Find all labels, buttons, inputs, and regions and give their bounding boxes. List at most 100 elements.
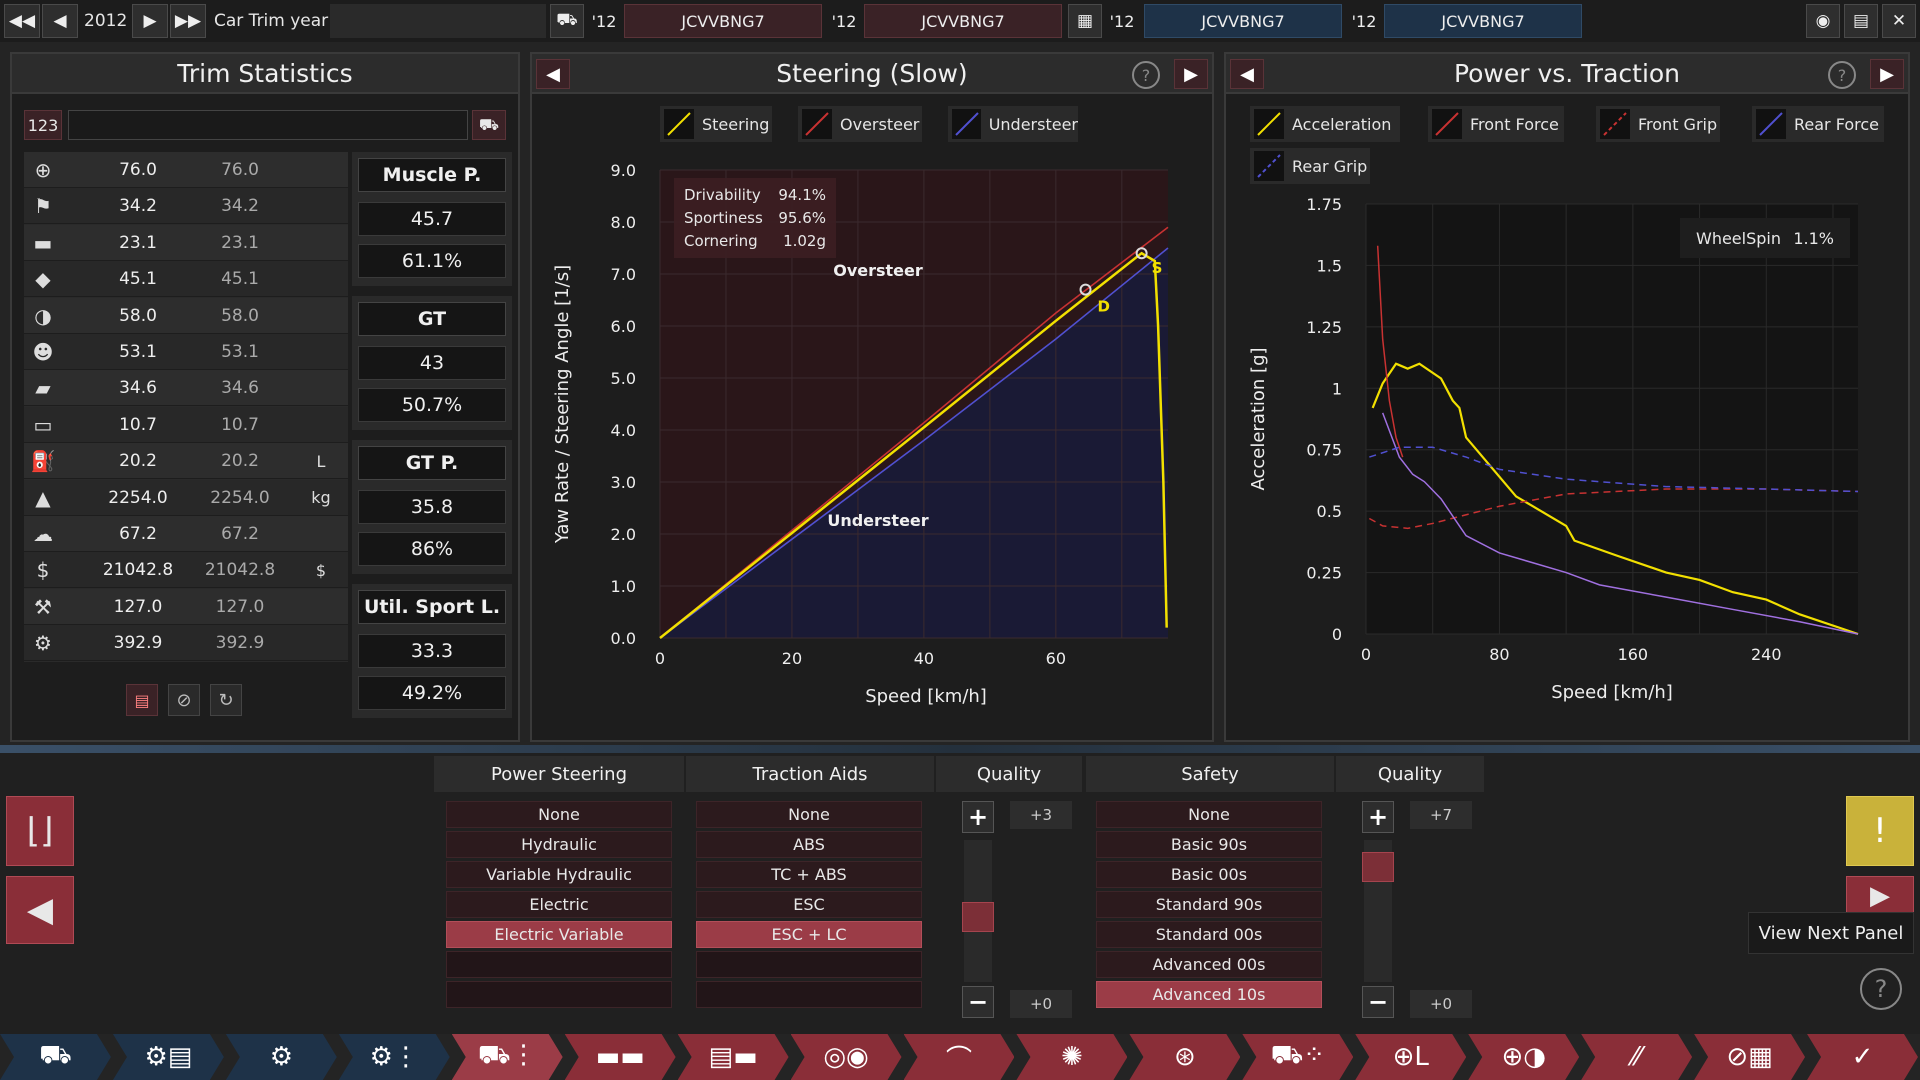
help-icon[interactable]: ? (1828, 61, 1856, 89)
engine-design-icon[interactable]: ⚙ (226, 1034, 337, 1080)
safety-quality-slider[interactable] (1362, 840, 1394, 982)
stat-value: 45.1 (119, 269, 157, 290)
interior-icon[interactable]: ⊕L (1355, 1034, 1466, 1080)
segment-name[interactable]: GT P. (358, 446, 506, 480)
view-next-panel-tooltip: View Next Panel (1748, 912, 1914, 954)
option-item[interactable]: Variable Hydraulic (446, 861, 672, 888)
compare-tab-4[interactable]: JCVVBNG7 (1384, 4, 1582, 38)
segment-name[interactable]: Muscle P. (358, 158, 506, 192)
legend-oversteer[interactable]: Oversteer (798, 106, 922, 142)
safety-quality-increase-button[interactable]: + (1362, 801, 1394, 833)
quality-header-2: Quality (1336, 756, 1484, 792)
car-icon[interactable]: ⛟ (550, 4, 584, 38)
safety-quality-decrease-button[interactable]: − (1362, 986, 1394, 1018)
finish-icon[interactable]: ✓ (1807, 1034, 1918, 1080)
engine-parts-icon[interactable]: ⚙⋮ (339, 1034, 450, 1080)
quality-increase-button[interactable]: + (962, 801, 994, 833)
top-bar-spacer (330, 4, 546, 38)
calculator-icon[interactable]: ▤ (1844, 4, 1878, 38)
option-item[interactable]: ESC + LC (696, 921, 922, 948)
option-empty (446, 951, 672, 978)
chassis-icon[interactable]: ⛟⋮ (452, 1034, 563, 1080)
option-item[interactable]: Basic 90s (1096, 831, 1322, 858)
option-item[interactable]: ABS (696, 831, 922, 858)
x-tick-label: 40 (914, 649, 934, 668)
clear-icon[interactable]: ⊘ (168, 684, 200, 716)
trim-icon[interactable]: ▬▬ (565, 1034, 676, 1080)
legend-front-force[interactable]: Front Force (1428, 106, 1564, 142)
option-item[interactable]: None (446, 801, 672, 828)
compare-tab-3[interactable]: JCVVBNG7 (1144, 4, 1342, 38)
segment-name[interactable]: GT (358, 302, 506, 336)
legend-understeer[interactable]: Understeer (948, 106, 1078, 142)
safety-icon[interactable]: ⊕◑ (1468, 1034, 1579, 1080)
option-item[interactable]: Hydraulic (446, 831, 672, 858)
next-panel-button[interactable]: ▶ (1174, 59, 1208, 89)
next-arrow-icon[interactable]: ▶ (1846, 876, 1914, 916)
legend-acceleration[interactable]: Acceleration (1250, 106, 1400, 142)
segment-name[interactable]: Util. Sport L. (358, 590, 506, 624)
suspension-icon[interactable]: ◎◉ (791, 1034, 902, 1080)
compare-tab-2[interactable]: JCVVBNG7 (864, 4, 1062, 38)
drivetrain-icon[interactable]: ⌒ (904, 1034, 1015, 1080)
back-icon[interactable]: ◀ (42, 4, 78, 38)
play-icon[interactable]: ▶ (132, 4, 168, 38)
aero-icon[interactable]: ⛟⁘ (1242, 1034, 1353, 1080)
testing-icon[interactable]: ⊘▦ (1694, 1034, 1805, 1080)
previous-panel-button[interactable]: ◀ (536, 59, 570, 89)
help-icon[interactable]: ? (1132, 61, 1160, 89)
option-item[interactable]: Electric Variable (446, 921, 672, 948)
compare-icon[interactable]: ▦ (1068, 4, 1102, 38)
engine-icon[interactable]: ⚙▤ (113, 1034, 224, 1080)
service-icon: ⚒ (34, 594, 52, 619)
quality-slider-thumb[interactable] (962, 901, 994, 932)
option-item[interactable]: TC + ABS (696, 861, 922, 888)
car-select-icon[interactable]: ⛟ (472, 110, 506, 140)
x-tick-label: 0 (1361, 645, 1371, 664)
legend-label: Acceleration (1292, 114, 1392, 134)
legend-rear-force[interactable]: Rear Force (1752, 106, 1884, 142)
wheels-icon[interactable]: ✺ (1016, 1034, 1127, 1080)
previous-panel-button[interactable]: ◀ (1230, 59, 1264, 89)
stat-unit: $ (315, 560, 327, 580)
option-item[interactable]: Basic 00s (1096, 861, 1322, 888)
safety-quality-slider-thumb[interactable] (1362, 852, 1394, 883)
report-icon[interactable]: ▤ (126, 684, 158, 716)
quality-decrease-button[interactable]: − (962, 986, 994, 1018)
next-panel-button[interactable]: ▶ (1870, 59, 1904, 89)
reset-icon[interactable]: ↻ (210, 684, 242, 716)
option-item[interactable]: Standard 00s (1096, 921, 1322, 948)
option-item[interactable]: Standard 90s (1096, 891, 1322, 918)
back-arrow-icon[interactable]: ◀ (6, 876, 74, 944)
oversteer-region-label: Oversteer (833, 261, 923, 280)
option-item[interactable]: Electric (446, 891, 672, 918)
legend-steering[interactable]: Steering (660, 106, 772, 142)
option-item[interactable]: Advanced 00s (1096, 951, 1322, 978)
rewind-icon[interactable]: ◀◀ (4, 4, 40, 38)
quality-slider[interactable] (962, 840, 994, 982)
warning-icon[interactable]: ! (1846, 796, 1914, 866)
option-item[interactable]: Advanced 10s (1096, 981, 1322, 1008)
legend-label: Steering (702, 114, 770, 134)
stat-label: Sportiness (684, 209, 763, 227)
steering-chart: 0.0 1.0 2.0 3.0 4.0 5.0 6.0 7.0 8.0 9.0 0 20 40 60 Spe… (552, 161, 1169, 707)
tuning-icon[interactable]: ⁄⁄ (1581, 1034, 1692, 1080)
trim-name-input[interactable] (68, 110, 468, 140)
trim-graph-icon[interactable]: ⌊⌋ (6, 796, 74, 866)
fixtures-icon[interactable]: ▤▬ (678, 1034, 789, 1080)
fast-forward-icon[interactable]: ▶▶ (170, 4, 206, 38)
close-icon[interactable]: ✕ (1882, 4, 1916, 38)
compare-tab-1[interactable]: JCVVBNG7 (624, 4, 822, 38)
brakes-icon[interactable]: ⊛ (1129, 1034, 1240, 1080)
y-tick-label: 0.0 (611, 629, 636, 648)
camera-icon[interactable]: ◉ (1806, 4, 1840, 38)
option-item[interactable]: None (696, 801, 922, 828)
car-body-icon[interactable]: ⛟ (0, 1034, 111, 1080)
legend-rear-grip[interactable]: Rear Grip (1250, 148, 1370, 184)
legend-front-grip[interactable]: Front Grip (1596, 106, 1720, 142)
people-icon: ☻ (32, 340, 54, 364)
help-icon[interactable]: ? (1860, 968, 1902, 1010)
stat-row: $21042.8 21042.8 $ (24, 552, 348, 589)
option-item[interactable]: ESC (696, 891, 922, 918)
option-item[interactable]: None (1096, 801, 1322, 828)
